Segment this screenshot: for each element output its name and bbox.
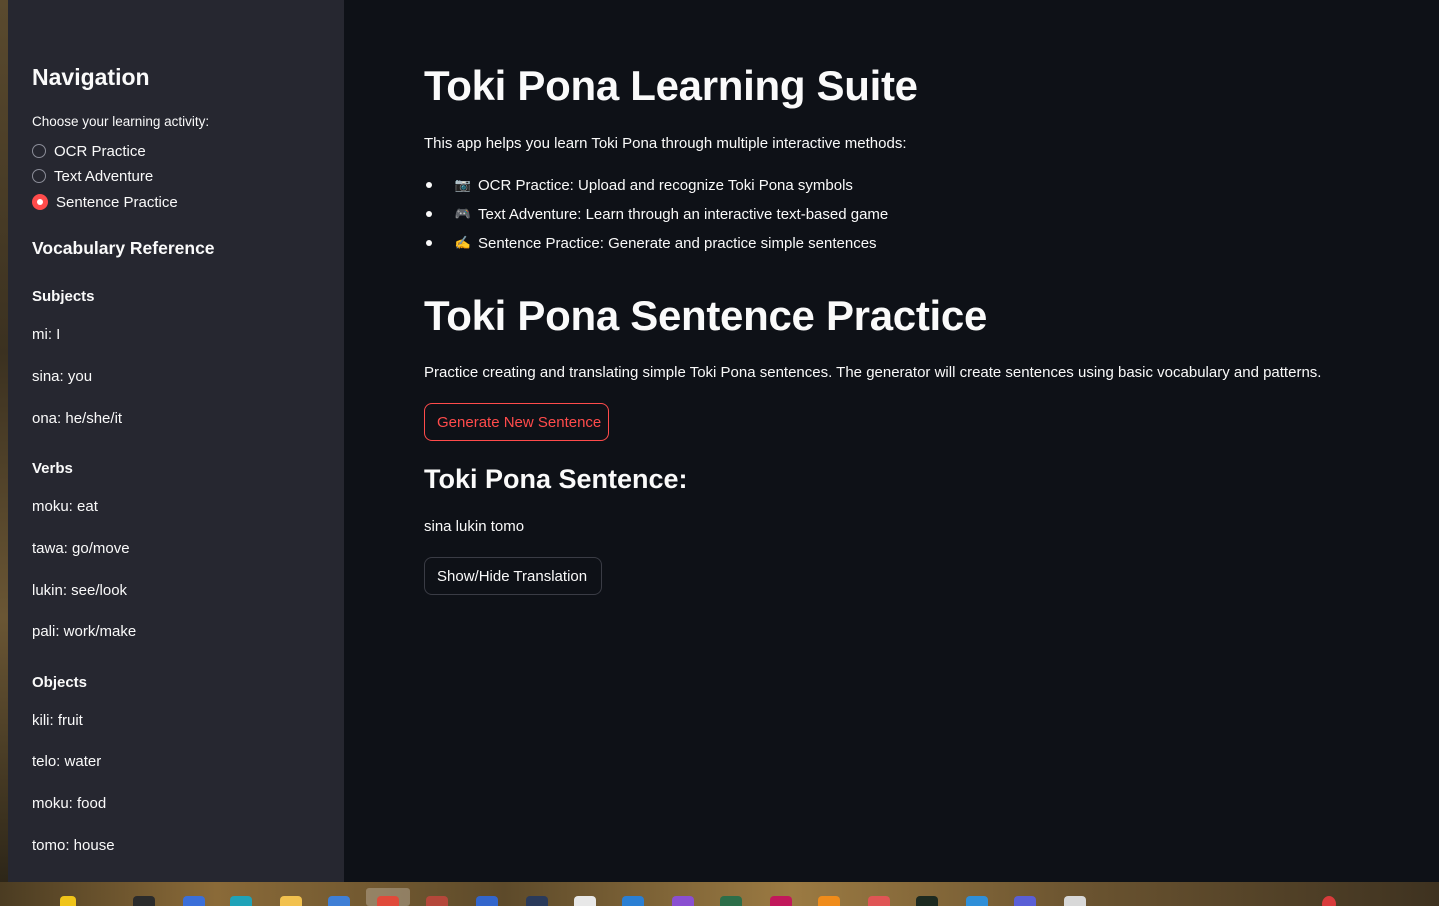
feature-list-item: 🎮 Text Adventure: Learn through an inter… <box>424 204 888 224</box>
app-icon[interactable] <box>770 896 792 906</box>
radio-selected-icon <box>32 194 48 210</box>
github-icon[interactable] <box>574 896 596 906</box>
bullet-dot <box>426 211 432 217</box>
app-icon[interactable] <box>868 896 890 906</box>
app-icon[interactable] <box>183 896 205 906</box>
camera-icon: 📷 <box>454 177 472 192</box>
vocab-section-objects-heading: Objects <box>32 674 88 691</box>
radio-unselected-icon <box>32 144 46 158</box>
app-icon[interactable] <box>818 896 840 906</box>
sentence-heading: Toki Pona Sentence: <box>424 464 688 494</box>
feature-text: OCR Practice: Upload and recognize Toki … <box>478 176 853 194</box>
bullet-dot <box>426 182 432 188</box>
app-icon[interactable] <box>720 896 742 906</box>
vocabulary-reference-heading: Vocabulary Reference <box>32 238 215 258</box>
vocab-item: moku: food <box>32 795 107 812</box>
vocab-item: mi: I <box>32 326 61 343</box>
generated-sentence: sina lukin tomo <box>424 518 525 535</box>
vocab-item: pali: work/make <box>32 623 137 640</box>
vocab-item: moku: eat <box>32 498 98 515</box>
store-icon[interactable] <box>328 896 350 906</box>
sidebar-title: Navigation <box>32 64 150 90</box>
section-title: Toki Pona Sentence Practice <box>424 292 988 339</box>
weather-icon[interactable] <box>60 896 76 906</box>
discord-icon[interactable] <box>1014 896 1036 906</box>
task-view-icon[interactable] <box>133 896 155 906</box>
game-controller-icon: 🎮 <box>454 206 472 221</box>
radio-option-label: Text Adventure <box>54 167 154 185</box>
app-icon[interactable] <box>966 896 988 906</box>
vocab-item: telo: water <box>32 753 102 770</box>
desktop-background-strip <box>0 0 8 882</box>
vscode-icon[interactable] <box>622 896 644 906</box>
app-icon[interactable] <box>526 896 548 906</box>
intro-text: This app helps you learn Toki Pona throu… <box>424 135 907 152</box>
vocab-section-subjects-heading: Subjects <box>32 288 95 305</box>
app-icon[interactable] <box>476 896 498 906</box>
vocab-item: ona: he/she/it <box>32 410 123 427</box>
radio-option-sentence-practice[interactable]: Sentence Practice <box>32 192 178 212</box>
page-title: Toki Pona Learning Suite <box>424 62 918 109</box>
app-icon[interactable] <box>1064 896 1086 906</box>
vocab-section-verbs-heading: Verbs <box>32 460 73 477</box>
feature-list-item: ✍ Sentence Practice: Generate and practi… <box>424 233 877 253</box>
vocab-item: tawa: go/move <box>32 540 130 557</box>
app-window: Navigation Choose your learning activity… <box>0 0 1439 906</box>
show-hide-translation-button[interactable]: Show/Hide Translation <box>424 557 602 595</box>
terminal-icon[interactable] <box>916 896 938 906</box>
app-icon[interactable] <box>672 896 694 906</box>
writing-hand-icon: ✍ <box>454 235 472 250</box>
radio-option-ocr-practice[interactable]: OCR Practice <box>32 141 146 161</box>
vocab-item: kili: fruit <box>32 712 83 729</box>
vocab-item: sina: you <box>32 368 93 385</box>
edge-browser-icon[interactable] <box>230 896 252 906</box>
generate-new-sentence-button[interactable]: Generate New Sentence <box>424 403 609 441</box>
app-icon[interactable] <box>426 896 448 906</box>
notification-badge-icon[interactable] <box>1322 896 1336 906</box>
os-taskbar <box>0 882 1439 906</box>
vocab-item: lukin: see/look <box>32 582 128 599</box>
feature-text: Sentence Practice: Generate and practice… <box>478 234 877 252</box>
feature-text: Text Adventure: Learn through an interac… <box>478 205 889 223</box>
radio-group-label: Choose your learning activity: <box>32 114 210 129</box>
radio-option-label: Sentence Practice <box>56 193 178 211</box>
vocab-item: tomo: house <box>32 837 115 854</box>
radio-option-label: OCR Practice <box>54 142 146 160</box>
radio-option-text-adventure[interactable]: Text Adventure <box>32 166 153 186</box>
sidebar: Navigation Choose your learning activity… <box>8 0 344 882</box>
section-description: Practice creating and translating simple… <box>424 364 1322 381</box>
bullet-dot <box>426 240 432 246</box>
radio-unselected-icon <box>32 169 46 183</box>
chrome-browser-icon[interactable] <box>377 896 399 906</box>
feature-list-item: 📷 OCR Practice: Upload and recognize Tok… <box>424 175 853 195</box>
file-explorer-icon[interactable] <box>280 896 302 906</box>
